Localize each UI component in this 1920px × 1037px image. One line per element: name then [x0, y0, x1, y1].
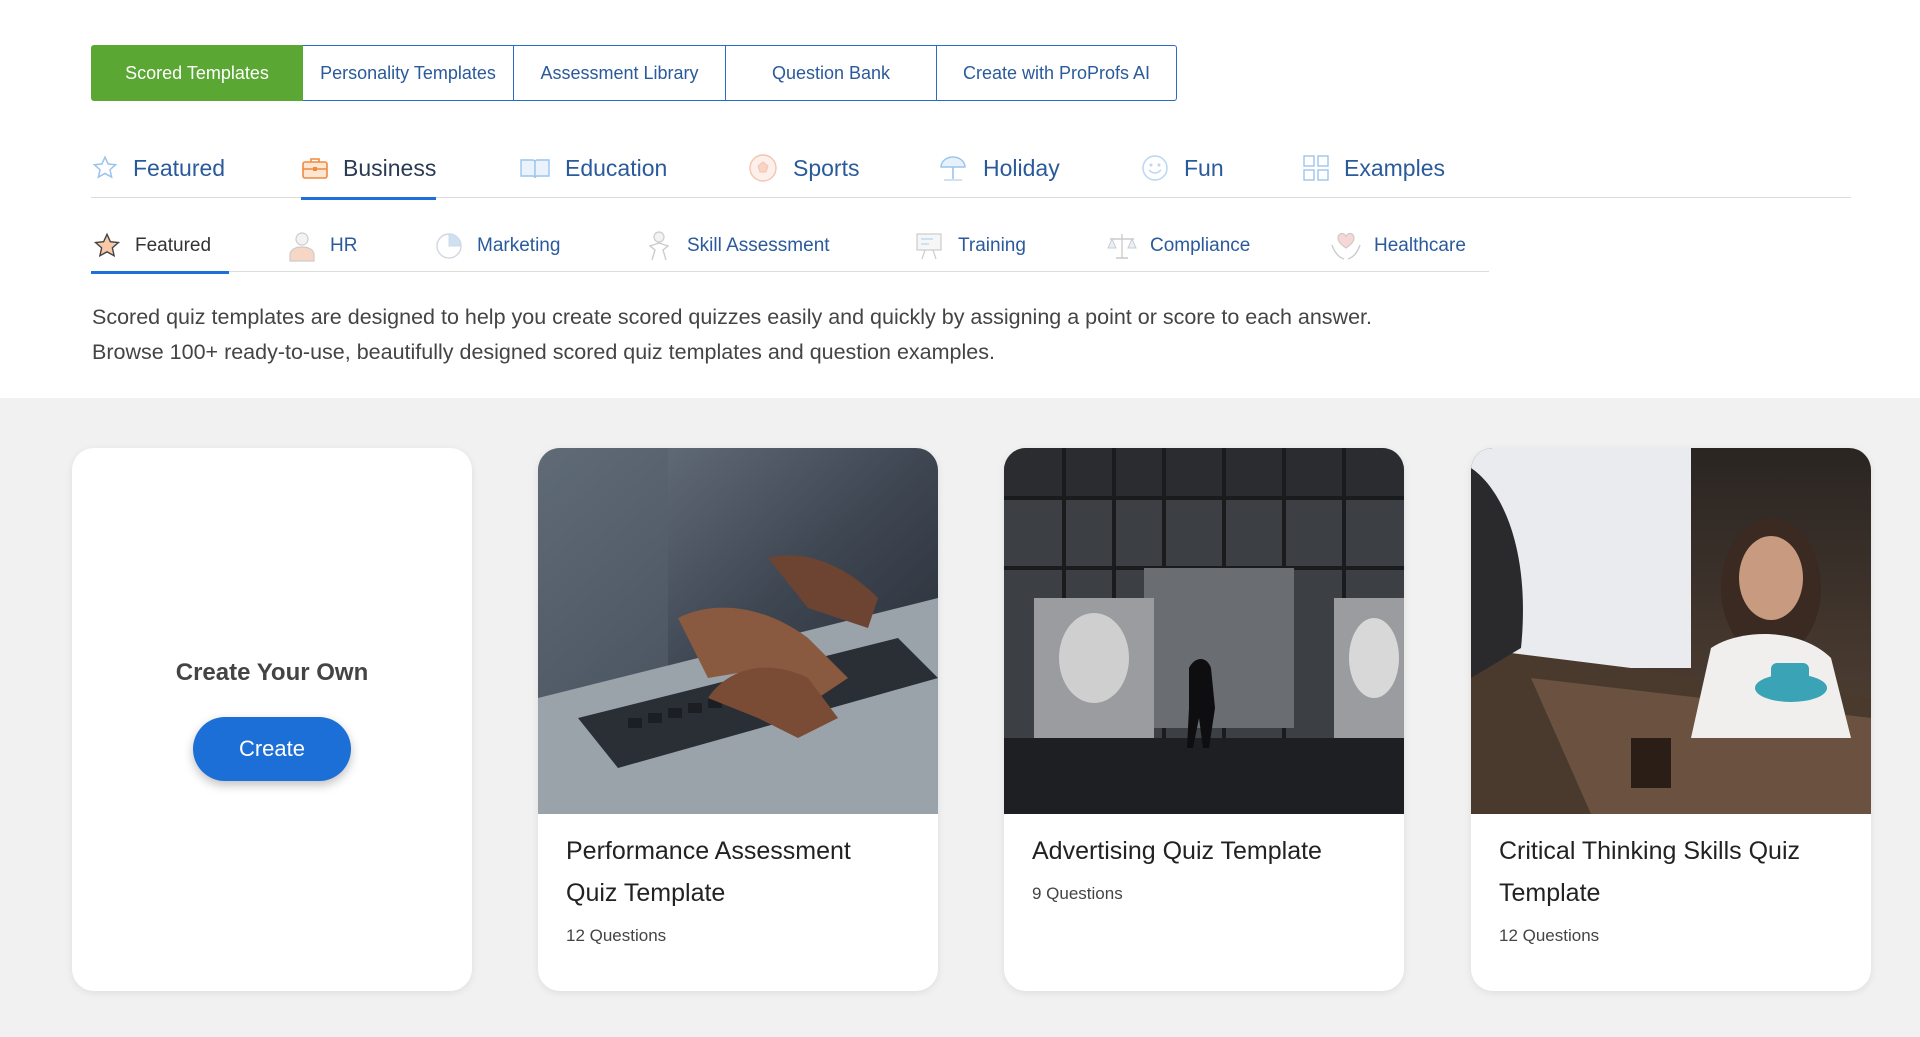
subcategory-compliance[interactable]: Compliance — [1106, 220, 1250, 272]
template-title: Critical Thinking Skills Quiz — [1499, 837, 1801, 865]
template-card-performance-assessment[interactable]: Performance Assessment Quiz Template 12 … — [538, 448, 938, 991]
subcategory-hr[interactable]: HR — [286, 220, 357, 272]
create-button[interactable]: Create — [193, 716, 351, 781]
template-title: Advertising Quiz Template — [1032, 837, 1322, 865]
active-subtab-underline — [91, 271, 229, 274]
tab-question-bank[interactable]: Question Bank — [726, 45, 937, 101]
category-tabs: Featured Business Education Sports Holid… — [91, 138, 1851, 200]
category-label: Fun — [1184, 154, 1224, 181]
subcategory-marketing[interactable]: Marketing — [433, 220, 560, 272]
template-gallery: Create Your Own Create Performance Asses… — [0, 398, 1920, 1037]
question-count: 12 Questions — [566, 926, 667, 945]
subcategory-label: HR — [330, 235, 358, 256]
category-featured[interactable]: Featured — [91, 138, 225, 198]
pie-chart-icon — [433, 230, 465, 262]
subcategory-featured[interactable]: Featured — [91, 220, 229, 274]
create-your-own-card: Create Your Own Create — [72, 448, 472, 991]
category-description: Scored quiz templates are designed to he… — [92, 300, 1592, 370]
tab-assessment-library[interactable]: Assessment Library — [514, 45, 726, 101]
category-label: Holiday — [983, 154, 1060, 181]
description-line-2: Browse 100+ ready-to-use, beautifully de… — [92, 340, 995, 364]
template-title: Performance Assessment — [566, 837, 851, 865]
subcategory-label: Training — [958, 235, 1026, 256]
template-title-cont: Template — [1499, 879, 1601, 907]
category-label: Education — [565, 154, 668, 181]
star-icon — [91, 154, 119, 182]
question-count: 9 Questions — [1032, 884, 1123, 903]
template-type-tabs: Scored Templates Personality Templates A… — [91, 45, 1177, 101]
grid-icon — [1302, 154, 1330, 182]
category-label: Featured — [133, 154, 226, 181]
subcategory-tabs: Featured HR Marketing Skill Assessment T… — [91, 220, 1489, 274]
ball-icon — [747, 154, 779, 182]
book-icon — [519, 154, 551, 182]
tab-create-with-ai[interactable]: Create with ProProfs AI — [937, 45, 1177, 101]
category-label: Sports — [793, 154, 860, 181]
tab-scored-templates[interactable]: Scored Templates — [91, 45, 303, 101]
subcategory-healthcare[interactable]: Healthcare — [1330, 220, 1466, 272]
subcategory-label: Healthcare — [1374, 235, 1466, 256]
template-card-critical-thinking[interactable]: Critical Thinking Skills Quiz Template 1… — [1471, 448, 1871, 991]
category-label: Business — [343, 154, 437, 181]
subcategory-label: Marketing — [477, 235, 561, 256]
category-business[interactable]: Business — [301, 138, 437, 200]
category-sports[interactable]: Sports — [747, 138, 859, 198]
category-label: Examples — [1344, 154, 1445, 181]
template-thumbnail — [1004, 448, 1404, 814]
briefcase-icon — [301, 154, 329, 182]
skill-icon — [643, 230, 675, 262]
create-card-title: Create Your Own — [175, 658, 369, 686]
scales-icon — [1106, 230, 1138, 262]
question-count: 12 Questions — [1499, 926, 1600, 945]
training-board-icon — [914, 230, 946, 262]
subcategory-skill-assessment[interactable]: Skill Assessment — [643, 220, 830, 272]
category-examples[interactable]: Examples — [1302, 138, 1445, 198]
person-icon — [286, 230, 318, 262]
description-line-1: Scored quiz templates are designed to he… — [92, 305, 1372, 329]
template-title-cont: Quiz Template — [566, 879, 726, 907]
subcategory-label: Featured — [135, 235, 212, 256]
category-education[interactable]: Education — [519, 138, 667, 198]
template-thumbnail — [1471, 448, 1871, 814]
beach-umbrella-icon — [937, 154, 969, 182]
category-holiday[interactable]: Holiday — [937, 138, 1060, 198]
tab-personality-templates[interactable]: Personality Templates — [303, 45, 514, 101]
smiley-icon — [1140, 154, 1170, 182]
template-thumbnail — [538, 448, 938, 814]
subcategory-label: Skill Assessment — [687, 235, 830, 256]
active-tab-underline — [301, 197, 437, 200]
star-icon — [91, 230, 123, 262]
subcategory-label: Compliance — [1150, 235, 1251, 256]
heart-hands-icon — [1330, 230, 1362, 262]
subcategory-training[interactable]: Training — [914, 220, 1026, 272]
category-fun[interactable]: Fun — [1140, 138, 1224, 198]
template-card-advertising[interactable]: Advertising Quiz Template 9 Questions — [1004, 448, 1404, 991]
